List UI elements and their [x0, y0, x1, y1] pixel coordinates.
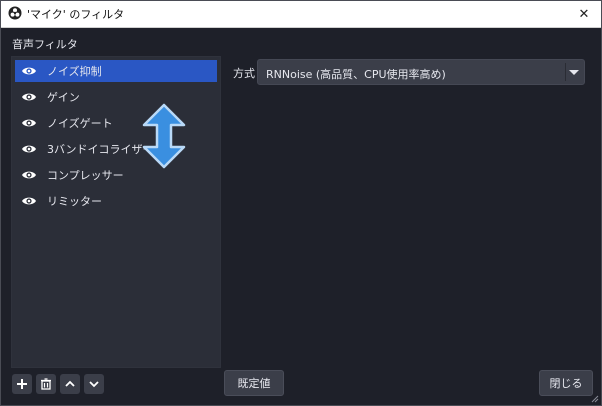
chevron-down-icon [89, 381, 99, 388]
window-close-button[interactable]: ✕ [573, 3, 595, 25]
filter-item-label: 3バンドイコライザー [47, 143, 154, 156]
eye-icon[interactable] [21, 65, 37, 77]
filter-item-label: ノイズゲート [47, 117, 113, 130]
filter-item-label: コンプレッサー [47, 169, 124, 182]
trash-icon [41, 378, 51, 390]
reorder-arrow-icon [142, 103, 186, 169]
eye-icon[interactable] [21, 195, 37, 207]
filter-item-label: ゲイン [47, 91, 80, 104]
filter-item-label: リミッター [47, 195, 102, 208]
window-title: 'マイク' のフィルタ [27, 8, 125, 21]
defaults-button[interactable]: 既定値 [224, 370, 284, 396]
method-label: 方式 [233, 67, 255, 80]
filter-item-noise-suppression[interactable]: ノイズ抑制 [15, 60, 217, 82]
move-filter-down-button[interactable] [84, 374, 104, 394]
eye-icon[interactable] [21, 117, 37, 129]
close-button[interactable]: 閉じる [539, 370, 593, 396]
title-bar: 'マイク' のフィルタ ✕ [1, 1, 601, 28]
obs-logo-icon [8, 6, 22, 20]
filter-item-label: ノイズ抑制 [47, 65, 102, 78]
close-icon: ✕ [578, 6, 590, 22]
method-select-value: RNNoise (高品質、CPU使用率高め) [266, 68, 446, 81]
filter-dialog-window: 'マイク' のフィルタ ✕ 音声フィルタ ノイズ抑制 ゲイン ノイズゲート 3バ… [0, 0, 602, 406]
method-select[interactable]: RNNoise (高品質、CPU使用率高め) [257, 59, 585, 85]
chevron-down-icon[interactable] [569, 70, 579, 75]
filter-item-limiter[interactable]: リミッター [15, 190, 217, 212]
chevron-up-icon [65, 380, 75, 387]
remove-filter-button[interactable] [36, 374, 56, 394]
move-filter-up-button[interactable] [60, 374, 80, 394]
filter-list[interactable]: ノイズ抑制 ゲイン ノイズゲート 3バンドイコライザー コンプレッサー リミッタ… [11, 56, 221, 368]
select-divider [565, 63, 566, 81]
resize-grip-icon[interactable] [590, 394, 599, 403]
eye-icon[interactable] [21, 91, 37, 103]
eye-icon[interactable] [21, 143, 37, 155]
add-filter-button[interactable] [12, 374, 32, 394]
eye-icon[interactable] [21, 169, 37, 181]
audio-filters-label: 音声フィルタ [12, 38, 78, 51]
plus-icon [17, 379, 27, 389]
